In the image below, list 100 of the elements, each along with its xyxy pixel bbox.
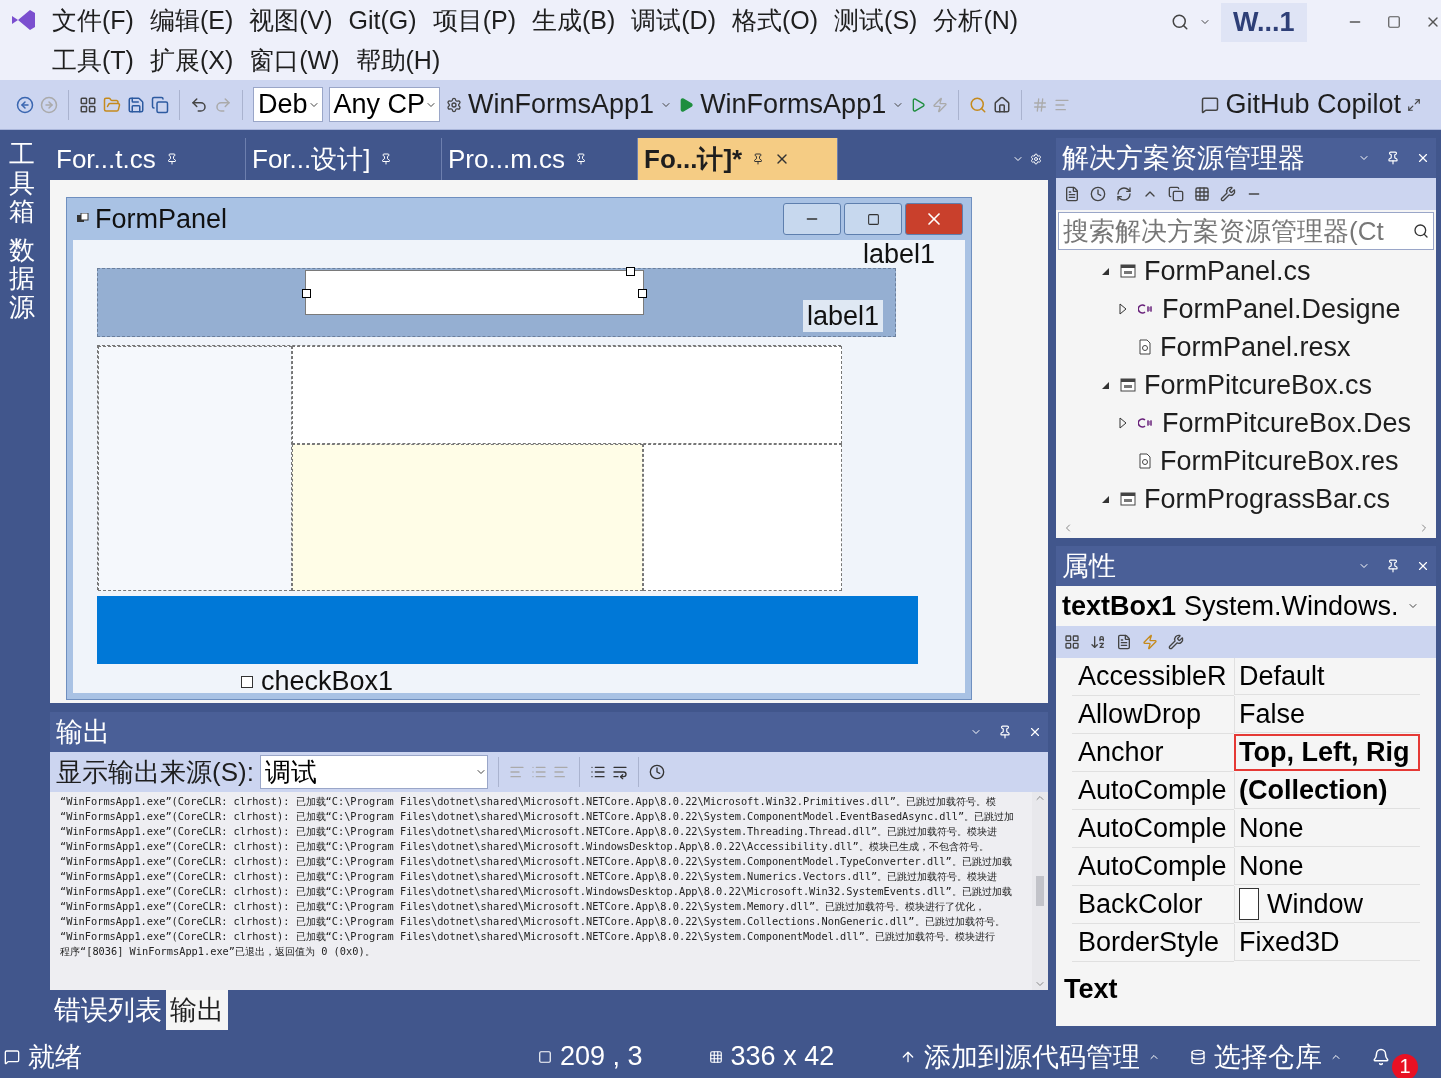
scrollbar[interactable] [1032, 792, 1048, 990]
menu-item[interactable]: 分析(N) [927, 3, 1025, 37]
menu-item[interactable]: 项目(P) [426, 3, 522, 37]
clock-icon[interactable] [648, 764, 665, 780]
pin-icon[interactable] [752, 153, 765, 165]
collapsed-arrow-icon[interactable] [1119, 417, 1127, 429]
tree-item[interactable]: FormPitcureBox.Des [1162, 407, 1412, 439]
copilot-icon[interactable] [1201, 95, 1220, 114]
scroll-thumb[interactable] [1036, 876, 1044, 906]
expanded-arrow-icon[interactable] [1100, 494, 1110, 504]
menu-item[interactable]: 调试(D) [625, 3, 722, 37]
form-window[interactable]: FormPanel label1 label1 checkBox1 [66, 197, 972, 700]
clear-all-icon[interactable] [589, 764, 606, 780]
side-tab[interactable]: 工具箱 [9, 140, 35, 226]
menu-item[interactable]: 编辑(E) [143, 3, 240, 37]
start-icon[interactable] [678, 96, 695, 113]
close-button[interactable] [905, 203, 963, 235]
sync-icon[interactable] [1116, 186, 1132, 202]
property-value[interactable]: Top, Left, Rig [1234, 734, 1420, 771]
pin-icon[interactable] [1386, 151, 1400, 165]
undo-icon[interactable] [190, 95, 208, 114]
settings-icon[interactable] [1030, 153, 1042, 165]
clock-icon[interactable] [1090, 186, 1106, 202]
copilot-button[interactable]: GitHub Copilot [1225, 89, 1401, 120]
run-without-debug-icon[interactable] [910, 96, 927, 113]
tree-item[interactable]: FormPanel.resx [1160, 331, 1351, 363]
document-tab[interactable]: Fo...计]* [638, 138, 838, 180]
save-all-icon[interactable] [151, 95, 169, 114]
gear-icon[interactable] [446, 96, 463, 113]
menu-item[interactable]: 窗口(W) [243, 43, 346, 77]
pin-icon[interactable] [1386, 559, 1400, 573]
panel-control[interactable]: label1 [97, 268, 896, 337]
minimize-button[interactable] [783, 203, 841, 235]
collapsed-arrow-icon[interactable] [1119, 303, 1127, 315]
resource-file-icon [1138, 453, 1152, 469]
tree-item[interactable]: FormPanel.Designe [1162, 293, 1401, 325]
platform-dropdown[interactable]: Any CP [328, 87, 441, 122]
source-control-button[interactable]: 添加到源代码管理 [924, 1038, 1141, 1075]
save-icon[interactable] [127, 95, 145, 114]
new-project-icon[interactable] [79, 95, 97, 114]
menu-item[interactable]: 生成(B) [525, 3, 622, 37]
maximize-icon[interactable] [1386, 15, 1401, 29]
menu-item[interactable]: 格式(O) [726, 3, 825, 37]
startup-project[interactable]: WinFormsApp1 [468, 89, 655, 120]
menu-item[interactable]: 工具(T) [46, 43, 140, 77]
pin-icon[interactable] [165, 153, 178, 165]
tree-item[interactable]: FormPrograssBar.cs [1144, 483, 1391, 515]
wrench-icon[interactable] [1220, 186, 1236, 202]
property-value[interactable]: False [1234, 696, 1420, 733]
copy-icon[interactable] [1168, 186, 1184, 202]
panel-title: 解决方案资源管理器 [1062, 142, 1305, 175]
textbox-control[interactable] [305, 270, 644, 315]
configuration-dropdown[interactable]: Deb [253, 87, 323, 122]
object-selector[interactable]: textBox1 System.Windows. [1056, 586, 1436, 626]
pin-icon[interactable] [998, 725, 1012, 739]
label-control[interactable]: label1 [803, 300, 884, 332]
menu-item[interactable]: 帮助(H) [349, 43, 447, 77]
close-icon[interactable] [1028, 725, 1042, 739]
pin-icon[interactable] [380, 153, 393, 165]
menu-item[interactable]: 视图(V) [243, 3, 339, 37]
document-icon[interactable] [1064, 186, 1080, 202]
back-icon[interactable] [16, 95, 34, 114]
properties-icon[interactable] [1116, 634, 1132, 650]
repository-icon[interactable] [1190, 1048, 1207, 1065]
notification-icon[interactable] [1372, 1047, 1391, 1066]
maximize-icon[interactable] [866, 212, 880, 226]
search-icon[interactable] [1413, 223, 1429, 239]
property-value[interactable]: None [1234, 848, 1420, 885]
run-target[interactable]: WinFormsApp1 [700, 89, 887, 120]
tree-item[interactable]: FormPitcureBox.res [1160, 445, 1399, 477]
expand-icon[interactable] [1407, 97, 1421, 112]
sort-icon[interactable] [1090, 634, 1106, 650]
categorized-icon[interactable] [1064, 634, 1080, 650]
search-icon[interactable] [1171, 13, 1189, 31]
expanded-arrow-icon[interactable] [1100, 266, 1110, 276]
property-value[interactable]: (Collection) [1234, 772, 1420, 809]
tree-item[interactable]: FormPitcureBox.cs [1144, 369, 1373, 401]
close-icon[interactable] [1416, 151, 1430, 165]
wrench-icon[interactable] [1168, 634, 1184, 650]
checkbox[interactable]: checkBox1 [241, 666, 394, 697]
close-icon[interactable] [1416, 559, 1430, 573]
menu-item[interactable]: 文件(F) [46, 3, 140, 37]
expanded-arrow-icon[interactable] [1100, 380, 1110, 390]
property-value[interactable]: Default [1234, 658, 1420, 695]
repository-button[interactable]: 选择仓库 [1214, 1038, 1323, 1075]
wrap-icon[interactable] [611, 764, 628, 780]
side-tab[interactable]: 数据源 [9, 235, 35, 322]
property-value[interactable]: Window [1234, 886, 1420, 923]
menu-item[interactable]: 测试(S) [828, 3, 924, 37]
property-value[interactable]: None [1234, 810, 1420, 847]
panel-tab[interactable]: 输出 [166, 990, 228, 1030]
menu-item[interactable]: 扩展(X) [143, 43, 240, 77]
grid-icon[interactable] [1194, 186, 1210, 202]
source-dropdown[interactable]: 调试 [259, 755, 488, 789]
menu-item[interactable]: Git(G) [342, 5, 423, 35]
search-field[interactable]: 搜索解决方案资源管理器(Ct [1058, 212, 1434, 250]
pin-icon[interactable] [575, 153, 587, 165]
solution-name[interactable]: W...1 [1221, 2, 1307, 42]
tree-item[interactable]: FormPanel.cs [1144, 255, 1311, 287]
property-value[interactable]: Fixed3D [1234, 924, 1420, 961]
